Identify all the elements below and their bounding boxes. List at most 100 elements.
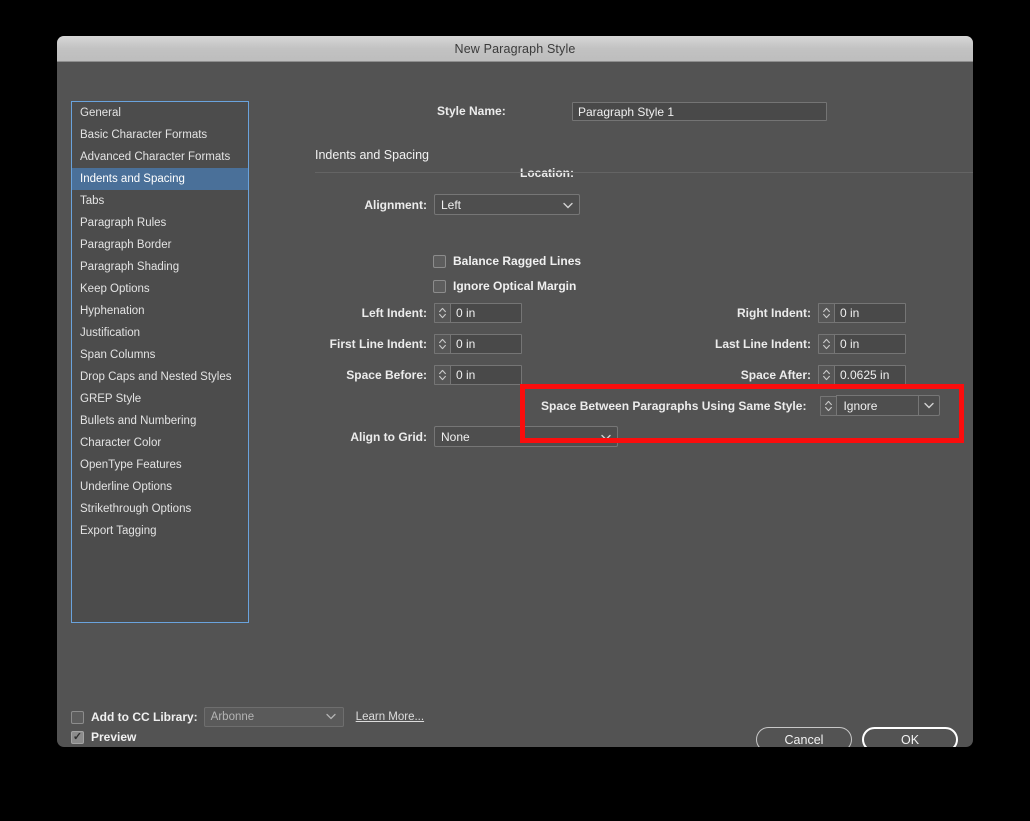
category-list[interactable]: General Basic Character Formats Advanced C… bbox=[71, 101, 249, 623]
sidebar-item-span-columns[interactable]: Span Columns bbox=[72, 344, 248, 366]
space-between-same-style-value: Ignore bbox=[843, 398, 878, 413]
sidebar-item-justification[interactable]: Justification bbox=[72, 322, 248, 344]
ignore-optical-margin-label: Ignore Optical Margin bbox=[453, 279, 577, 293]
balance-ragged-lines-label: Balance Ragged Lines bbox=[453, 254, 582, 268]
ignore-optical-margin-checkbox[interactable]: Ignore Optical Margin bbox=[433, 279, 576, 293]
space-after-input[interactable] bbox=[834, 365, 906, 385]
sidebar-item-strikethrough-options[interactable]: Strikethrough Options bbox=[72, 498, 248, 520]
preview-label: Preview bbox=[91, 730, 137, 744]
sidebar-item-paragraph-shading[interactable]: Paragraph Shading bbox=[72, 256, 248, 278]
checkbox-box bbox=[433, 279, 446, 293]
sidebar-item-label: Bullets and Numbering bbox=[80, 415, 197, 427]
sidebar-item-basic-character-formats[interactable]: Basic Character Formats bbox=[72, 124, 248, 146]
space-after-stepper[interactable] bbox=[818, 365, 834, 385]
add-to-cc-library-row: Add to CC Library: Arbonne Learn More... bbox=[71, 707, 424, 727]
preview-row: ✓ Preview bbox=[71, 730, 136, 744]
first-line-indent-row: First Line Indent: bbox=[315, 334, 522, 354]
last-line-indent-label: Last Line Indent: bbox=[715, 337, 811, 351]
ok-button[interactable]: OK bbox=[862, 727, 958, 747]
sidebar-item-advanced-character-formats[interactable]: Advanced Character Formats bbox=[72, 146, 248, 168]
cc-library-value: Arbonne bbox=[210, 711, 255, 723]
ignore-optical-margin-row: Ignore Optical Margin bbox=[433, 279, 576, 293]
sidebar-item-underline-options[interactable]: Underline Options bbox=[72, 476, 248, 498]
alignment-select[interactable]: Left bbox=[434, 194, 580, 215]
sidebar-item-character-color[interactable]: Character Color bbox=[72, 432, 248, 454]
right-indent-stepper[interactable] bbox=[818, 303, 834, 323]
sidebar-item-label: GREP Style bbox=[80, 393, 142, 405]
chevron-down-icon[interactable] bbox=[918, 395, 939, 416]
left-indent-row: Left Indent: bbox=[315, 303, 522, 323]
sidebar-item-paragraph-rules[interactable]: Paragraph Rules bbox=[72, 212, 248, 234]
last-line-indent-stepper[interactable] bbox=[818, 334, 834, 354]
sidebar-item-grep-style[interactable]: GREP Style bbox=[72, 388, 248, 410]
sidebar-item-tabs[interactable]: Tabs bbox=[72, 190, 248, 212]
align-to-grid-value: None bbox=[441, 429, 470, 444]
sidebar-item-label: General bbox=[80, 107, 121, 119]
sidebar-item-label: Strikethrough Options bbox=[80, 503, 192, 515]
cancel-button[interactable]: Cancel bbox=[756, 727, 852, 747]
preview-checkbox[interactable]: ✓ Preview bbox=[71, 730, 136, 744]
style-name-input[interactable] bbox=[572, 102, 827, 121]
alignment-label: Alignment: bbox=[364, 197, 427, 212]
checkbox-box: ✓ bbox=[71, 730, 84, 744]
space-before-stepper[interactable] bbox=[434, 365, 450, 385]
location-label: Location: bbox=[520, 166, 574, 180]
cc-library-select[interactable]: Arbonne bbox=[203, 707, 344, 727]
sidebar-item-label: Advanced Character Formats bbox=[80, 151, 231, 163]
first-line-indent-label: First Line Indent: bbox=[329, 337, 427, 351]
sidebar-item-export-tagging[interactable]: Export Tagging bbox=[72, 520, 248, 542]
last-line-indent-input[interactable] bbox=[834, 334, 906, 354]
section-divider bbox=[315, 172, 973, 173]
chevron-down-icon bbox=[563, 198, 573, 212]
sidebar-item-label: Tabs bbox=[80, 195, 105, 207]
sidebar-item-label: Underline Options bbox=[80, 481, 173, 493]
chevron-down-icon bbox=[601, 430, 611, 444]
sidebar-item-label: Paragraph Border bbox=[80, 239, 172, 251]
new-paragraph-style-dialog: New Paragraph Style General Basic Charact… bbox=[57, 36, 973, 747]
sidebar-item-opentype-features[interactable]: OpenType Features bbox=[72, 454, 248, 476]
left-indent-input[interactable] bbox=[450, 303, 522, 323]
sidebar-item-label: Span Columns bbox=[80, 349, 156, 361]
sidebar-item-label: Hyphenation bbox=[80, 305, 145, 317]
align-to-grid-label: Align to Grid: bbox=[350, 429, 427, 444]
sidebar-item-indents-and-spacing[interactable]: Indents and Spacing bbox=[72, 168, 248, 190]
sidebar-item-hyphenation[interactable]: Hyphenation bbox=[72, 300, 248, 322]
balance-ragged-lines-checkbox[interactable]: Balance Ragged Lines bbox=[433, 254, 581, 268]
sidebar-item-keep-options[interactable]: Keep Options bbox=[72, 278, 248, 300]
sidebar-item-label: Indents and Spacing bbox=[80, 173, 185, 185]
sidebar-item-label: Justification bbox=[80, 327, 141, 339]
sidebar-item-label: Paragraph Rules bbox=[80, 217, 167, 229]
sidebar-item-paragraph-border[interactable]: Paragraph Border bbox=[72, 234, 248, 256]
left-indent-label: Left Indent: bbox=[361, 306, 427, 320]
add-to-cc-library-checkbox[interactable]: Add to CC Library: bbox=[71, 710, 198, 724]
sidebar-item-bullets-and-numbering[interactable]: Bullets and Numbering bbox=[72, 410, 248, 432]
space-before-row: Space Before: bbox=[315, 365, 522, 385]
right-indent-row: Right Indent: bbox=[699, 303, 906, 323]
sidebar-item-drop-caps-and-nested-styles[interactable]: Drop Caps and Nested Styles bbox=[72, 366, 248, 388]
sidebar-item-label: Paragraph Shading bbox=[80, 261, 180, 273]
first-line-indent-stepper[interactable] bbox=[434, 334, 450, 354]
dialog-body: General Basic Character Formats Advanced C… bbox=[57, 62, 973, 747]
add-to-cc-library-label: Add to CC Library: bbox=[91, 710, 198, 724]
sidebar-item-general[interactable]: General bbox=[72, 102, 248, 124]
dialog-titlebar[interactable]: New Paragraph Style bbox=[57, 36, 973, 62]
learn-more-link[interactable]: Learn More... bbox=[356, 711, 424, 723]
alignment-row: Alignment: Left bbox=[315, 194, 580, 215]
space-between-same-style-stepper[interactable] bbox=[820, 395, 837, 416]
first-line-indent-input[interactable] bbox=[450, 334, 522, 354]
space-between-same-style-select[interactable]: Ignore bbox=[836, 395, 941, 416]
align-to-grid-select[interactable]: None bbox=[434, 426, 618, 447]
space-before-label: Space Before: bbox=[346, 368, 427, 382]
sidebar-item-label: OpenType Features bbox=[80, 459, 182, 471]
settings-pane: Style Name: Location: Indents and Spacin… bbox=[259, 62, 973, 747]
last-line-indent-row: Last Line Indent: bbox=[699, 334, 906, 354]
sidebar-item-label: Drop Caps and Nested Styles bbox=[80, 371, 232, 383]
space-after-label: Space After: bbox=[740, 368, 811, 382]
space-after-row: Space After: bbox=[699, 365, 906, 385]
right-indent-input[interactable] bbox=[834, 303, 906, 323]
sidebar-item-label: Basic Character Formats bbox=[80, 129, 208, 141]
left-indent-stepper[interactable] bbox=[434, 303, 450, 323]
space-before-input[interactable] bbox=[450, 365, 522, 385]
checkbox-box bbox=[71, 710, 84, 724]
sidebar-item-label: Keep Options bbox=[80, 283, 150, 295]
